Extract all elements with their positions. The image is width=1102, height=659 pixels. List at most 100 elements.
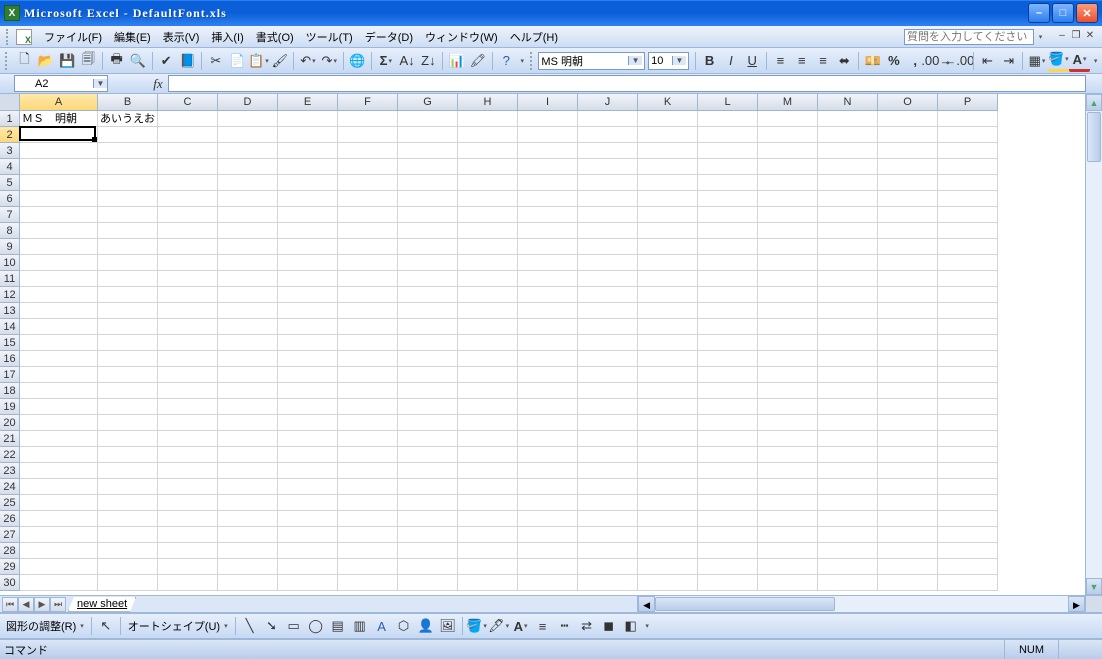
cell[interactable] (398, 207, 458, 223)
cell[interactable] (218, 303, 278, 319)
cell[interactable] (938, 335, 998, 351)
cell[interactable] (98, 191, 158, 207)
cell[interactable] (518, 479, 578, 495)
cell[interactable] (938, 255, 998, 271)
cell[interactable] (458, 335, 518, 351)
cell[interactable] (218, 335, 278, 351)
cell[interactable] (758, 543, 818, 559)
cell[interactable] (458, 287, 518, 303)
cell[interactable] (338, 127, 398, 143)
row-header[interactable]: 1 (0, 111, 20, 127)
print-button[interactable]: 🖶 (106, 50, 127, 72)
formula-input[interactable] (168, 75, 1086, 92)
cell[interactable] (638, 111, 698, 127)
cell[interactable] (158, 239, 218, 255)
cell[interactable] (158, 431, 218, 447)
cell[interactable] (338, 287, 398, 303)
cell[interactable] (758, 143, 818, 159)
cell[interactable] (278, 495, 338, 511)
cell[interactable] (698, 367, 758, 383)
italic-button[interactable]: I (720, 50, 741, 72)
cell[interactable] (278, 319, 338, 335)
cell[interactable] (938, 303, 998, 319)
wordart-button[interactable]: A (371, 615, 393, 637)
tab-last-button[interactable]: ⏭ (50, 597, 66, 612)
cell[interactable] (938, 223, 998, 239)
cell[interactable] (218, 543, 278, 559)
cell[interactable] (638, 287, 698, 303)
textbox-button[interactable]: ▤ (327, 615, 349, 637)
menu-insert[interactable]: 挿入(I) (205, 27, 249, 47)
cell[interactable] (878, 399, 938, 415)
cell[interactable] (98, 575, 158, 591)
cell[interactable] (818, 431, 878, 447)
cell[interactable] (518, 239, 578, 255)
cell[interactable] (98, 303, 158, 319)
clipart-button[interactable]: 👤 (415, 615, 437, 637)
cell[interactable] (878, 175, 938, 191)
diagram-button[interactable]: ⬡ (393, 615, 415, 637)
cell[interactable] (938, 191, 998, 207)
cell[interactable] (878, 415, 938, 431)
row-header[interactable]: 10 (0, 255, 20, 271)
cell[interactable] (458, 415, 518, 431)
cell[interactable] (278, 159, 338, 175)
cell[interactable] (638, 335, 698, 351)
cell[interactable] (698, 127, 758, 143)
cell[interactable] (638, 207, 698, 223)
cell[interactable] (938, 495, 998, 511)
cell[interactable] (398, 335, 458, 351)
rectangle-shape-button[interactable]: ▭ (283, 615, 305, 637)
cell[interactable] (878, 463, 938, 479)
cell[interactable] (278, 431, 338, 447)
cell[interactable] (278, 335, 338, 351)
cell[interactable] (398, 367, 458, 383)
cell[interactable] (158, 271, 218, 287)
cell[interactable] (458, 127, 518, 143)
cell[interactable] (338, 223, 398, 239)
cell[interactable] (818, 319, 878, 335)
cell[interactable] (338, 495, 398, 511)
cell[interactable] (578, 303, 638, 319)
cell[interactable] (338, 559, 398, 575)
cell[interactable] (458, 143, 518, 159)
cell[interactable] (638, 223, 698, 239)
cell[interactable] (98, 127, 158, 143)
cell[interactable] (938, 511, 998, 527)
cell[interactable] (638, 143, 698, 159)
line-style-button[interactable]: ≡ (532, 615, 554, 637)
cell[interactable] (578, 335, 638, 351)
cell[interactable] (578, 287, 638, 303)
autosum-button[interactable]: Σ (375, 50, 396, 72)
cell[interactable] (878, 335, 938, 351)
align-left-button[interactable]: ≡ (770, 50, 791, 72)
toolbar-options[interactable] (1090, 50, 1100, 72)
cell[interactable] (758, 399, 818, 415)
cell[interactable] (938, 159, 998, 175)
cell[interactable] (698, 335, 758, 351)
cell[interactable] (218, 191, 278, 207)
column-header[interactable]: O (878, 94, 938, 111)
cell[interactable] (818, 351, 878, 367)
cell[interactable] (938, 399, 998, 415)
cell[interactable] (518, 351, 578, 367)
cell[interactable] (578, 351, 638, 367)
cell[interactable] (878, 255, 938, 271)
cell[interactable] (698, 527, 758, 543)
cell[interactable] (278, 191, 338, 207)
cell[interactable] (698, 495, 758, 511)
cell[interactable] (158, 399, 218, 415)
cell[interactable] (938, 127, 998, 143)
cell[interactable] (938, 463, 998, 479)
cell[interactable] (398, 527, 458, 543)
cell[interactable] (158, 255, 218, 271)
cell[interactable] (818, 479, 878, 495)
cell[interactable] (20, 447, 98, 463)
help-button[interactable]: ? (496, 50, 517, 72)
cell[interactable] (20, 287, 98, 303)
cell[interactable] (338, 191, 398, 207)
menu-help[interactable]: ヘルプ(H) (504, 27, 564, 47)
cell[interactable] (98, 207, 158, 223)
cell[interactable] (218, 479, 278, 495)
cell[interactable] (398, 287, 458, 303)
